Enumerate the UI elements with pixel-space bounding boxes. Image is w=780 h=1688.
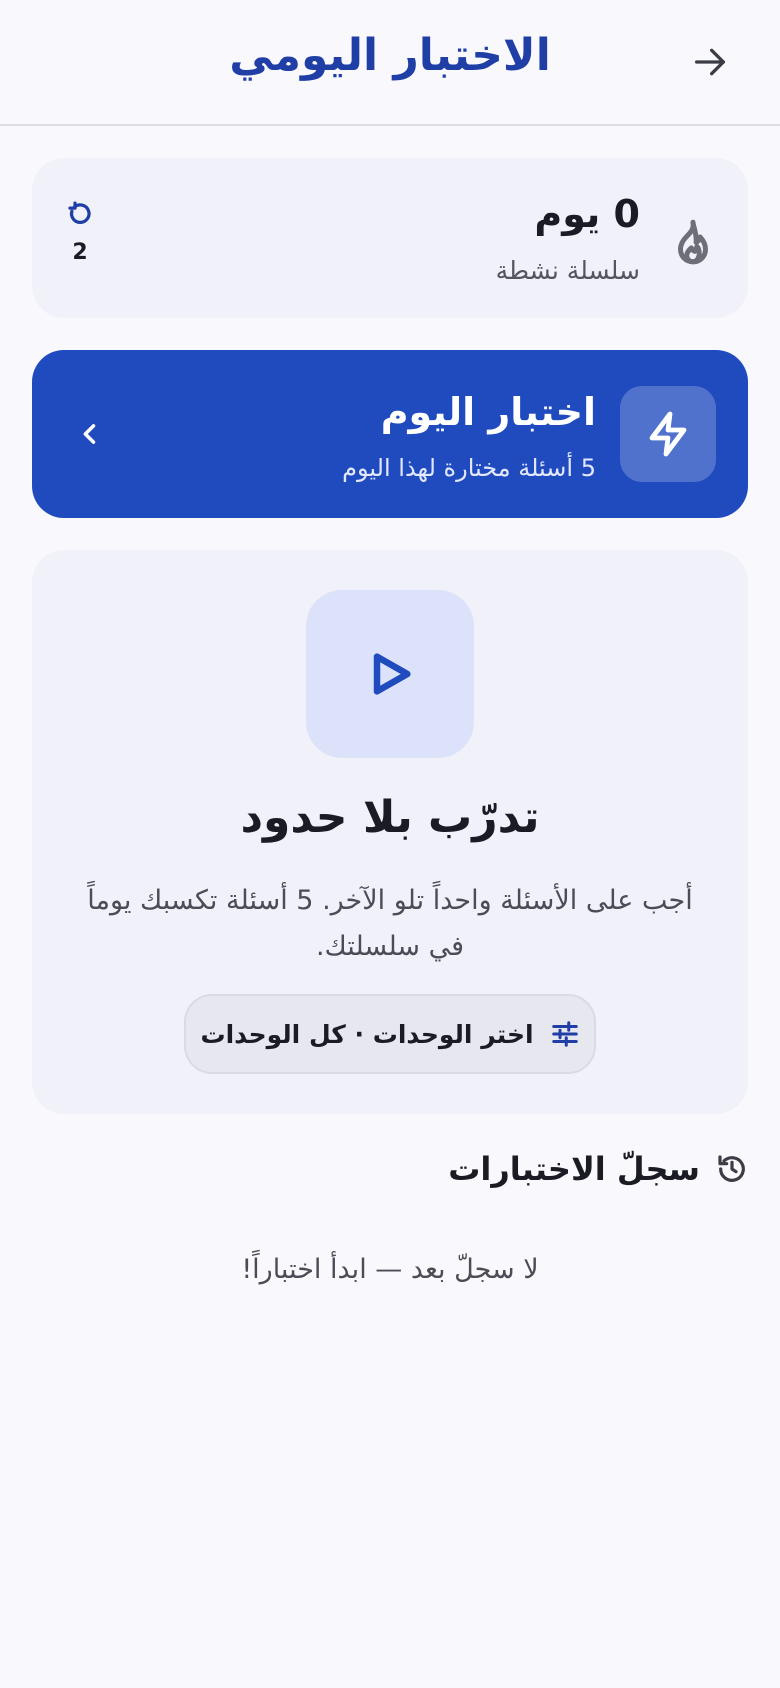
history-header: سجلّ الاختبارات	[448, 1150, 748, 1188]
streak-value: 0 يوم	[534, 192, 640, 236]
back-button[interactable]	[688, 40, 732, 84]
daily-quiz-subtitle: 5 أسئلة مختارة لهذا اليوم	[342, 454, 596, 482]
select-units-button[interactable]: اختر الوحدات · كل الوحدات	[184, 994, 596, 1074]
daily-quiz-title: اختبار اليوم	[380, 390, 596, 434]
select-units-label: اختر الوحدات · كل الوحدات	[200, 1019, 534, 1049]
history-title: سجلّ الاختبارات	[448, 1150, 700, 1188]
streak-refresh-button[interactable]: 2	[58, 200, 102, 265]
page-title: الاختبار اليومي	[229, 30, 551, 81]
arrow-right-icon	[695, 48, 725, 76]
bolt-icon	[649, 411, 687, 457]
top-app-bar: الاختبار اليومي	[0, 0, 780, 126]
chevron-left-icon	[68, 412, 112, 456]
streak-label: سلسلة نشطة	[495, 256, 640, 285]
daily-quiz-screen: الاختبار اليومي 0 يوم سلسلة نشطة 2 اختبا…	[0, 0, 780, 1688]
bolt-icon-box	[620, 386, 716, 482]
practice-card: تدرّب بلا حدود أجب على الأسئلة واحداً تل…	[32, 550, 748, 1114]
practice-title: تدرّب بلا حدود	[240, 792, 540, 843]
sliders-icon	[551, 1021, 578, 1047]
daily-quiz-card[interactable]: اختبار اليوم 5 أسئلة مختارة لهذا اليوم	[32, 350, 748, 518]
history-empty-state: لا سجلّ بعد — ابدأ اختباراً!	[241, 1254, 539, 1285]
refresh-count: 2	[72, 240, 88, 265]
history-icon	[718, 1155, 745, 1182]
streak-card: 0 يوم سلسلة نشطة 2	[32, 158, 748, 318]
start-practice-button[interactable]	[306, 590, 474, 758]
flame-icon	[678, 219, 708, 265]
play-icon	[373, 653, 411, 695]
practice-description: أجب على الأسئلة واحداً تلو الآخر. 5 أسئل…	[87, 885, 693, 962]
refresh-icon	[68, 201, 91, 225]
